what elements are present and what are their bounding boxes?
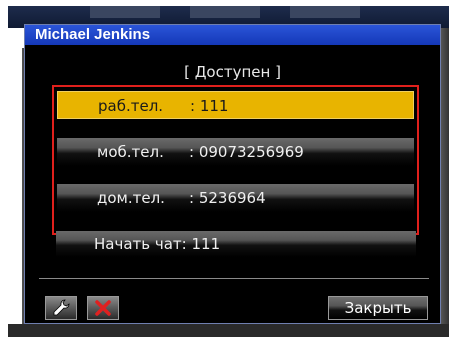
wrench-icon bbox=[53, 299, 70, 316]
edit-button[interactable] bbox=[45, 296, 77, 320]
phone-row-home[interactable]: дом.тел. : 5236964 bbox=[57, 184, 414, 212]
start-chat-button[interactable]: Начать чат: 111 bbox=[56, 231, 416, 257]
phone-label: раб.тел. bbox=[98, 97, 164, 115]
dialog-title: Michael Jenkins bbox=[35, 26, 151, 43]
start-chat-label: Начать чат: 111 bbox=[94, 235, 221, 253]
x-icon bbox=[95, 300, 111, 316]
dialog-titlebar: Michael Jenkins bbox=[25, 25, 440, 45]
phone-list: раб.тел. : 111 моб.тел. : 09073256969 до… bbox=[52, 85, 419, 235]
phone-number: : 5236964 bbox=[189, 189, 266, 207]
presence-status: [ Доступен ] bbox=[184, 63, 281, 81]
phone-row-mobile[interactable]: моб.тел. : 09073256969 bbox=[57, 138, 414, 166]
phone-label: моб.тел. bbox=[97, 143, 164, 161]
phone-number: : 111 bbox=[190, 97, 229, 115]
background-tab bbox=[90, 6, 160, 18]
background-window-edge bbox=[441, 28, 449, 337]
app-icon: ⌂ bbox=[12, 26, 23, 45]
close-button[interactable]: Закрыть bbox=[328, 296, 428, 320]
background-window-bottom bbox=[8, 324, 449, 337]
background-tab bbox=[190, 6, 260, 18]
phone-label: дом.тел. bbox=[97, 189, 165, 207]
phone-row-work[interactable]: раб.тел. : 111 bbox=[57, 91, 414, 119]
contact-dialog: Michael Jenkins [ Доступен ] раб.тел. : … bbox=[24, 24, 441, 324]
delete-button[interactable] bbox=[87, 296, 119, 320]
background-tab bbox=[290, 6, 360, 18]
phone-number: : 09073256969 bbox=[189, 143, 304, 161]
divider bbox=[39, 278, 429, 279]
